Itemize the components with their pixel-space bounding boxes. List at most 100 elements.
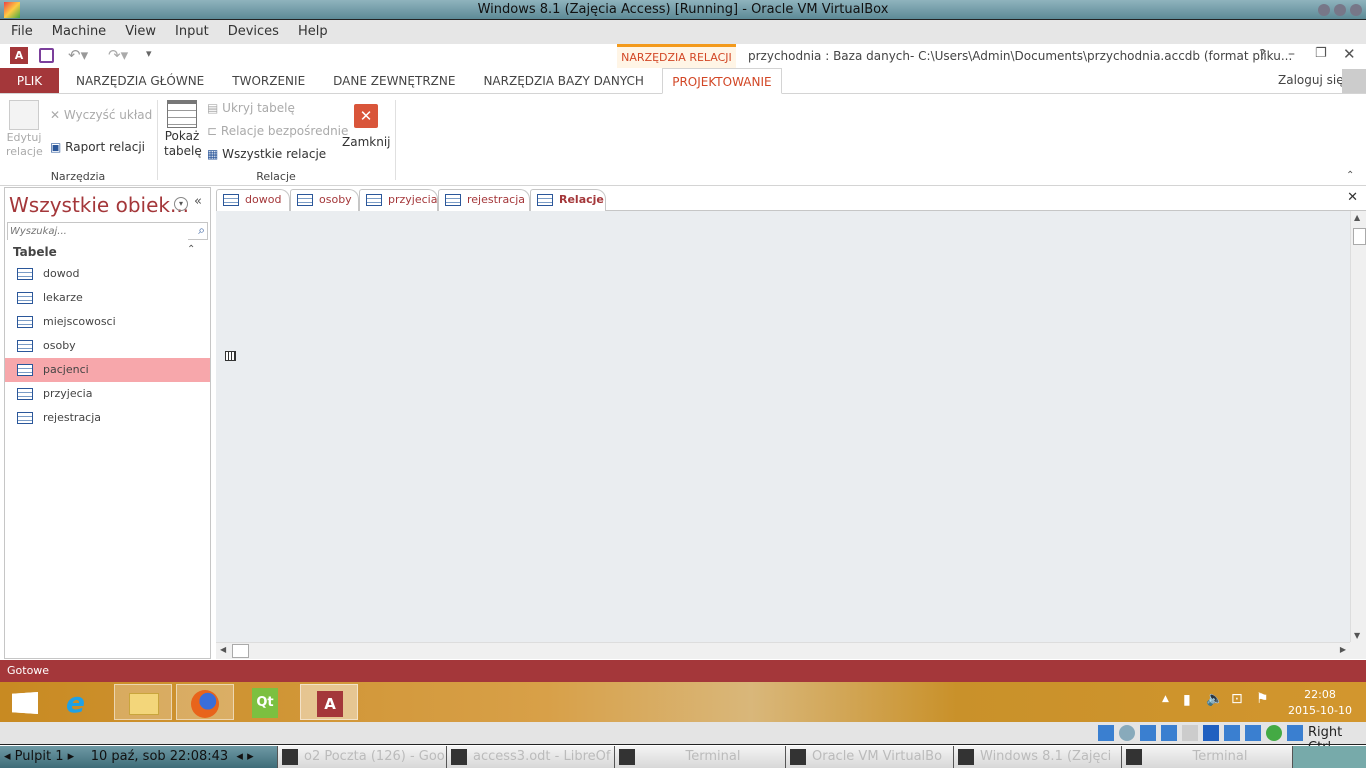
scroll-right-icon[interactable]: ▶ [1340,645,1346,654]
doc-tab-dowod[interactable]: dowod [216,189,290,211]
table-icon [17,292,33,304]
document-tabs: dowod osoby przyjecia rejestracja Relacje ✕ [216,187,1366,212]
all-relations-button[interactable]: ▦ Wszystkie relacje [207,147,326,161]
doc-tab-przyjecia[interactable]: przyjecia [359,189,438,211]
shared-folders-icon[interactable] [1182,725,1198,741]
nav-menu-icon[interactable]: ▾ [174,197,188,211]
taskbar-explorer[interactable] [114,684,172,720]
nav-item-lekarze[interactable]: lekarze [5,286,210,310]
horizontal-scroll-thumb[interactable] [232,644,249,658]
nav-section-tables[interactable]: Tabele ⌃ [5,242,210,262]
sign-in-link[interactable]: Zaloguj się [1278,73,1344,87]
table-icon [445,194,461,206]
nav-item-pacjenci[interactable]: pacjenci [5,358,210,382]
nav-item-przyjecia[interactable]: przyjecia [5,382,210,406]
doc-tab-osoby[interactable]: osoby [290,189,359,211]
nav-item-miejscowosci[interactable]: miejscowosci [5,310,210,334]
taskbar-ie[interactable]: e [52,684,110,720]
network-adapters-icon[interactable] [1224,725,1240,741]
optical-drive-icon[interactable] [1119,725,1135,741]
close-relations-button[interactable]: ✕ Zamknij [342,104,391,149]
minimize-access-button[interactable]: – [1288,46,1295,62]
taskbar-firefox[interactable] [176,684,234,720]
tab-home[interactable]: NARZĘDZIA GŁÓWNE [59,68,218,93]
table-icon [297,194,313,206]
doc-tab-rejestracja[interactable]: rejestracja [438,189,530,211]
tab-external-data[interactable]: DANE ZEWNĘTRZNE [319,68,469,93]
collapse-section-icon[interactable]: ⌃ [187,244,195,255]
restore-access-button[interactable]: ❐ [1315,46,1327,61]
network-icon[interactable]: ⊡ [1231,691,1243,707]
menu-file[interactable]: File [0,20,41,44]
keyboard-capture-icon[interactable] [1287,725,1303,741]
search-icon[interactable]: ⌕ [198,223,205,238]
collapse-ribbon-icon[interactable]: ⌃ [1346,170,1354,181]
tab-create[interactable]: TWORZENIE [218,68,319,93]
nav-item-rejestracja[interactable]: rejestracja [5,406,210,430]
menu-view[interactable]: View [114,20,164,44]
redo-icon[interactable]: ↷▾ [108,46,128,64]
taskbar-access[interactable]: A [300,684,358,720]
cpu-icon[interactable] [1245,725,1261,741]
linux-task[interactable]: Terminal [614,746,785,768]
scroll-up-icon[interactable]: ▲ [1354,213,1360,222]
linux-task[interactable]: Oracle VM VirtualBo [785,746,953,768]
audio-icon[interactable] [1140,725,1156,741]
maximize-button[interactable] [1334,3,1346,16]
scroll-down-icon[interactable]: ▼ [1354,631,1360,640]
close-document-button[interactable]: ✕ [1347,190,1358,205]
horizontal-scrollbar[interactable]: ◀ ▶ [216,642,1350,659]
group-label-tools: Narzędzia [50,170,106,183]
help-button[interactable]: ? [1259,48,1266,63]
menu-input[interactable]: Input [164,20,217,44]
search-input[interactable] [8,223,188,240]
vertical-scrollbar[interactable]: ▲ ▼ [1350,211,1366,642]
show-table-button[interactable]: Pokaż tabelę [164,100,202,158]
linux-task[interactable]: access3.odt - LibreOf [446,746,614,768]
shutter-bar-icon[interactable]: « [194,194,202,209]
desktop-pager[interactable]: ◂ Pulpit 1 ▸ 10 paź, sob 22:08:43 ◂ ▸ [0,746,277,768]
scroll-left-icon[interactable]: ◀ [220,645,226,654]
minimize-button[interactable] [1318,3,1330,16]
direct-relations-button[interactable]: ⊏ Relacje bezpośrednie [207,124,348,138]
volume-icon[interactable]: 🔈 [1206,691,1223,707]
usb-icon[interactable] [1161,725,1177,741]
doc-tab-relacje[interactable]: Relacje [530,189,606,212]
show-hidden-icons[interactable]: ▲ [1162,694,1169,704]
hard-disk-icon[interactable] [1098,725,1114,741]
menu-devices[interactable]: Devices [217,20,287,44]
linux-tray[interactable] [1292,746,1366,768]
nav-title[interactable]: Wszystkie obiek... [9,193,189,217]
system-clock[interactable]: 22:08 2015-10-10 [1282,687,1358,719]
clear-layout-button[interactable]: ✕ Wyczyść układ [50,108,152,122]
power-icon[interactable]: ▮ [1183,692,1191,708]
relationships-canvas[interactable] [216,211,1350,642]
edit-relations-button[interactable]: Edytuj relacje [6,100,43,158]
close-button[interactable] [1350,3,1362,16]
mouse-integration-icon[interactable] [1266,725,1282,741]
save-icon[interactable] [39,48,54,63]
hide-table-button[interactable]: ▤ Ukryj tabelę [207,101,295,115]
linux-task[interactable]: o2 Poczta (126) - Goo [277,746,446,768]
relation-report-button[interactable]: ▣ Raport relacji [50,140,145,154]
avatar[interactable] [1342,69,1366,93]
linux-task[interactable]: Windows 8.1 (Zajęci [953,746,1121,768]
nav-item-dowod[interactable]: dowod [5,262,210,286]
taskbar-qt[interactable]: Qt [238,684,296,720]
nav-item-osoby[interactable]: osoby [5,334,210,358]
tab-database-tools[interactable]: NARZĘDZIA BAZY DANYCH [469,68,657,93]
vertical-scroll-thumb[interactable] [1353,228,1366,245]
display-icon[interactable] [1203,725,1219,741]
close-access-button[interactable]: ✕ [1343,45,1356,63]
menu-help[interactable]: Help [287,20,336,44]
section-label: Tabele [13,245,57,259]
linux-task[interactable]: Terminal [1121,746,1292,768]
tab-design[interactable]: PROJEKTOWANIE [661,68,782,94]
start-button[interactable] [0,684,58,720]
customize-qat-icon[interactable]: ▾ [146,47,152,60]
tab-file[interactable]: PLIK [0,68,59,93]
undo-icon[interactable]: ↶▾ [68,46,88,64]
action-center-flag-icon[interactable]: ⚑ [1256,691,1269,707]
menu-machine[interactable]: Machine [41,20,114,44]
task-icon [958,749,974,765]
